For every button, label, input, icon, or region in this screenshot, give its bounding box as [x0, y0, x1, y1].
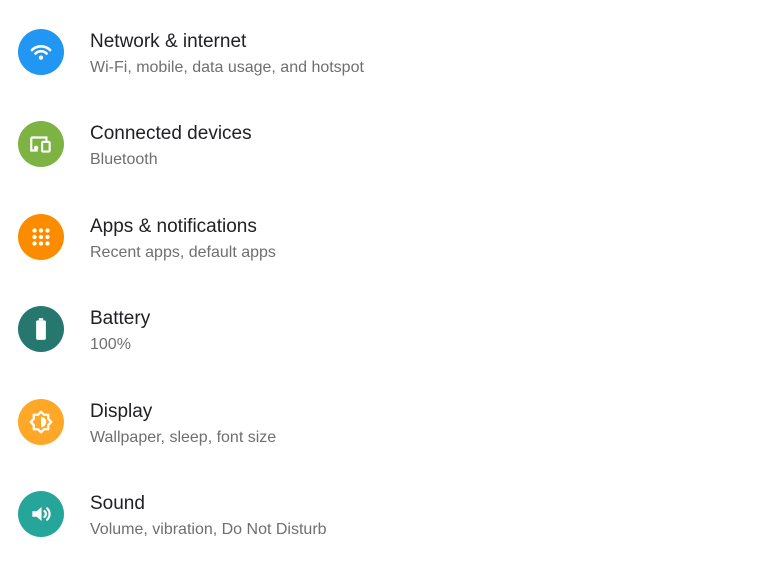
settings-item-summary: Bluetooth — [90, 151, 158, 168]
settings-item-battery[interactable]: Battery 100% — [0, 284, 757, 376]
display-icon-circle — [18, 399, 64, 445]
settings-item-summary: Volume, vibration, Do Not Disturb — [90, 521, 327, 538]
settings-item-summary: Wallpaper, sleep, font size — [90, 429, 277, 446]
settings-item-title: Sound — [90, 493, 145, 514]
volume-icon — [32, 506, 51, 522]
settings-item-connected-devices[interactable]: Connected devices Bluetooth — [0, 99, 757, 191]
brightness-icon — [29, 410, 53, 434]
sound-icon-circle — [18, 491, 64, 537]
settings-item-display[interactable]: Display Wallpaper, sleep, font size — [0, 377, 757, 469]
settings-list: Network & internet Wi-Fi, mobile, data u… — [0, 0, 757, 583]
network-icon-circle — [18, 29, 64, 75]
settings-item-title: Network & internet — [90, 31, 247, 52]
settings-item-title: Display — [90, 401, 153, 422]
connected-devices-icon — [30, 136, 51, 153]
settings-item-summary: Wi-Fi, mobile, data usage, and hotspot — [90, 59, 364, 76]
apps-icon-circle — [18, 214, 64, 260]
settings-item-title: Apps & notifications — [90, 216, 257, 237]
settings-item-title: Connected devices — [90, 123, 252, 144]
battery-icon-circle — [18, 306, 64, 352]
apps-grid-icon — [32, 228, 50, 246]
wifi-icon — [30, 45, 52, 60]
settings-item-summary: 100% — [90, 336, 131, 353]
settings-item-title: Battery — [90, 308, 151, 329]
settings-item-apps[interactable]: Apps & notifications Recent apps, defaul… — [0, 192, 757, 284]
settings-item-network[interactable]: Network & internet Wi-Fi, mobile, data u… — [0, 7, 757, 99]
battery-icon — [36, 318, 46, 340]
settings-item-sound[interactable]: Sound Volume, vibration, Do Not Disturb — [0, 469, 757, 561]
settings-item-summary: Recent apps, default apps — [90, 244, 276, 261]
connected-devices-icon-circle — [18, 121, 64, 167]
